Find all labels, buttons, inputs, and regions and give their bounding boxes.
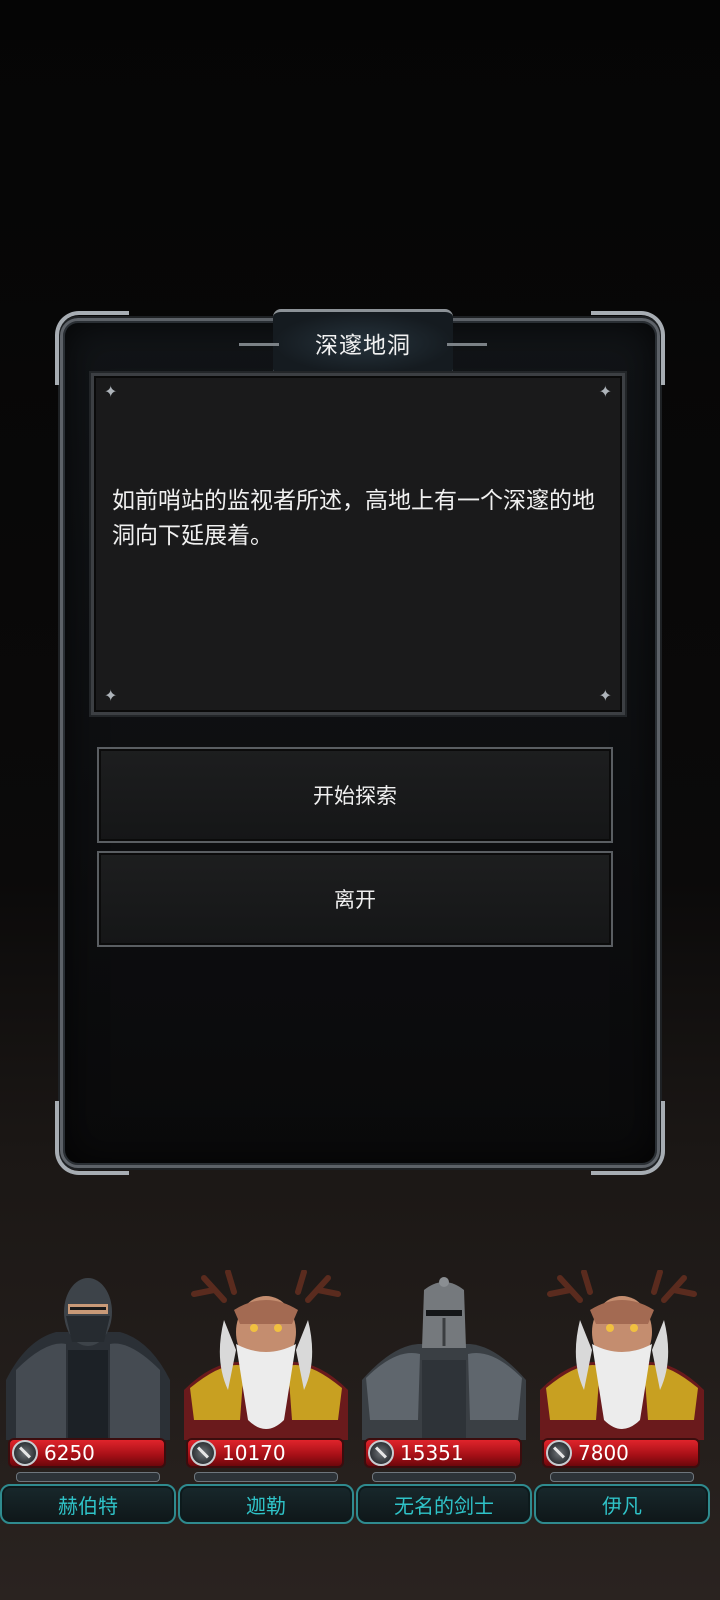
start-explore-button[interactable]: 开始探索 (97, 747, 613, 843)
energy-bar (550, 1472, 694, 1482)
hp-bar: 15351 (364, 1438, 522, 1468)
armored-knight-portrait (6, 1270, 170, 1440)
party-roster: 6250 赫伯特 10170 迦勒 15351 无名的剑士 7800 伊凡 (0, 1270, 720, 1530)
sword-shield-icon (12, 1440, 38, 1466)
sparkle-icon: ✦ (104, 382, 118, 401)
frame-ornament-bottom-right (591, 1101, 665, 1175)
hero-name: 无名的剑士 (356, 1484, 532, 1524)
hp-value: 6250 (44, 1441, 95, 1465)
sparkle-icon: ✦ (598, 686, 612, 705)
helmed-swordsman-portrait (362, 1270, 526, 1440)
hp-value: 10170 (222, 1441, 286, 1465)
hero-name: 伊凡 (534, 1484, 710, 1524)
event-description: 如前哨站的监视者所述，高地上有一个深邃的地洞向下延展着。 (112, 488, 595, 549)
hero-card[interactable]: 6250 赫伯特 (0, 1270, 176, 1530)
sparkle-icon: ✦ (598, 382, 612, 401)
sword-shield-icon (546, 1440, 572, 1466)
hp-bar: 7800 (542, 1438, 700, 1468)
leave-button[interactable]: 离开 (97, 851, 613, 947)
title-plate: 深邃地洞 (239, 309, 487, 377)
hero-card[interactable]: 15351 无名的剑士 (356, 1270, 532, 1530)
hp-value: 7800 (578, 1441, 629, 1465)
energy-bar (372, 1472, 516, 1482)
hp-bar: 10170 (186, 1438, 344, 1468)
hero-card[interactable]: 7800 伊凡 (534, 1270, 710, 1530)
hp-bar: 6250 (8, 1438, 166, 1468)
energy-bar (16, 1472, 160, 1482)
sword-shield-icon (368, 1440, 394, 1466)
sword-shield-icon (190, 1440, 216, 1466)
hp-value: 15351 (400, 1441, 464, 1465)
antlered-elder-portrait (540, 1270, 704, 1440)
dialog-title: 深邃地洞 (315, 333, 411, 359)
event-dialog: 深邃地洞 ✦ ✦ ✦ ✦ 如前哨站的监视者所述，高地上有一个深邃的地洞向下延展着… (55, 309, 665, 1175)
description-box: ✦ ✦ ✦ ✦ 如前哨站的监视者所述，高地上有一个深邃的地洞向下延展着。 (91, 373, 625, 715)
antlered-elder-portrait (184, 1270, 348, 1440)
hero-name: 迦勒 (178, 1484, 354, 1524)
hero-name: 赫伯特 (0, 1484, 176, 1524)
energy-bar (194, 1472, 338, 1482)
sparkle-icon: ✦ (104, 686, 118, 705)
frame-ornament-bottom-left (55, 1101, 129, 1175)
hero-card[interactable]: 10170 迦勒 (178, 1270, 354, 1530)
